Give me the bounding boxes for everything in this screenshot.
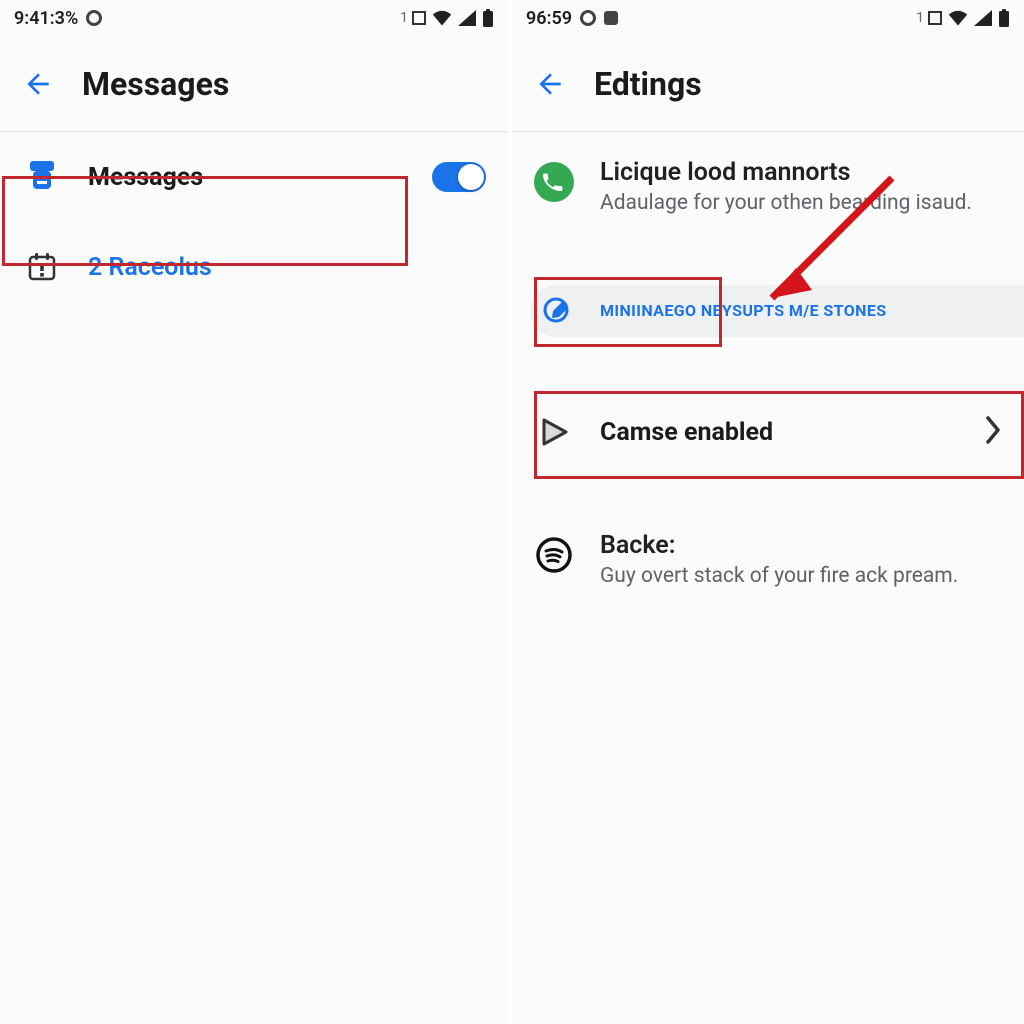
- row-backe[interactable]: Backe: Guy overt stack of your fire ack …: [512, 517, 1024, 602]
- status-icons: 1: [916, 9, 1010, 27]
- back-arrow-icon: [534, 68, 566, 100]
- spotify-like-icon: [534, 535, 574, 575]
- row-chip[interactable]: MINIINAEGO NEYSUPTS M/E STONES: [512, 273, 1024, 347]
- wifi-icon: [948, 10, 968, 26]
- chip-label: MINIINAEGO NEYSUPTS M/E STONES: [600, 301, 886, 320]
- cell-signal-icon: [458, 10, 476, 26]
- row-raceolus[interactable]: 2 Raceolus: [0, 222, 508, 312]
- row-camse[interactable]: Camse enabled: [512, 389, 1024, 475]
- app-bar: Edtings: [512, 36, 1024, 132]
- sim-indicator: 1: [916, 10, 924, 26]
- compose-icon: [540, 292, 576, 328]
- clock-text: 9:41:3%: [14, 8, 78, 29]
- nfc-icon: [412, 11, 426, 25]
- status-icons: 1: [400, 9, 494, 27]
- clock-text: 96:59: [526, 8, 572, 29]
- row-camse-label: Camse enabled: [600, 418, 958, 447]
- status-bar: 96:59 1: [512, 0, 1024, 36]
- page-title: Edtings: [594, 65, 702, 103]
- messages-icon: [22, 157, 62, 197]
- status-indicator-icon: [580, 10, 596, 26]
- status-indicator2-icon: [604, 11, 618, 25]
- row-raceolus-label: 2 Raceolus: [88, 253, 486, 282]
- back-arrow-icon: [22, 68, 54, 100]
- pane-left: 9:41:3% 1 Messages Messages 2 Raceol: [0, 0, 512, 1024]
- status-indicator-icon: [86, 10, 102, 26]
- row-messages[interactable]: Messages: [0, 132, 508, 222]
- sim-indicator: 1: [400, 10, 408, 26]
- status-time: 9:41:3%: [14, 8, 102, 29]
- phone-circle-icon: [534, 162, 574, 202]
- app-bar: Messages: [0, 36, 508, 132]
- back-button[interactable]: [534, 68, 566, 100]
- row-backe-sub: Guy overt stack of your fire ack pream.: [600, 564, 1002, 588]
- status-time: 96:59: [526, 8, 618, 29]
- page-title: Messages: [82, 65, 229, 103]
- play-outline-icon: [534, 412, 574, 452]
- status-bar: 9:41:3% 1: [0, 0, 508, 36]
- row-messages-label: Messages: [88, 163, 406, 192]
- wifi-icon: [432, 10, 452, 26]
- row-licique-title: Licique lood mannorts: [600, 158, 1002, 187]
- toggle-messages[interactable]: [432, 162, 486, 192]
- nfc-icon: [928, 11, 942, 25]
- row-backe-title: Backe:: [600, 531, 1002, 560]
- back-button[interactable]: [22, 68, 54, 100]
- battery-icon: [998, 9, 1010, 27]
- pane-right: 96:59 1 Edtings Licique lood mannorts Ad…: [512, 0, 1024, 1024]
- battery-icon: [482, 9, 494, 27]
- calendar-alert-icon: [22, 247, 62, 287]
- cell-signal-icon: [974, 10, 992, 26]
- toggle-thumb: [458, 164, 484, 190]
- chevron-right-icon: [984, 416, 1002, 448]
- row-licique[interactable]: Licique lood mannorts Adaulage for your …: [512, 144, 1024, 229]
- row-licique-sub: Adaulage for your othen bearding isaud.: [600, 191, 1002, 215]
